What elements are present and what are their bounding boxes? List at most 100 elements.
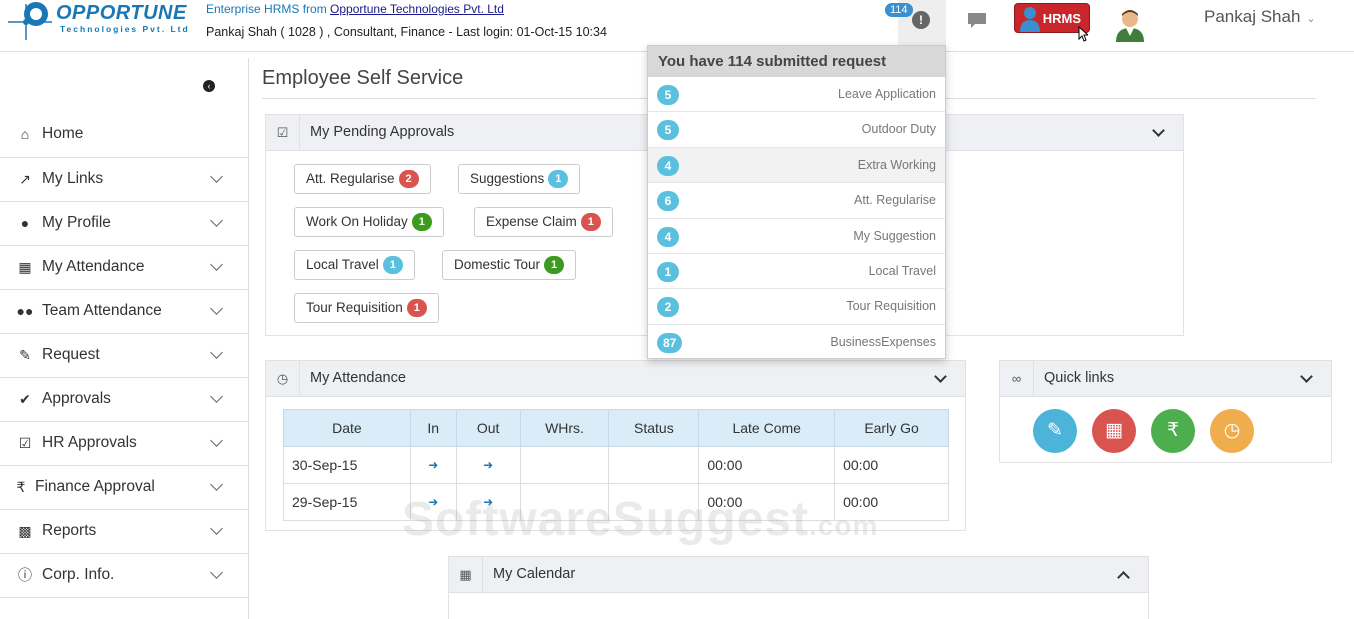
dropdown-heading: You have 114 submitted request [648, 46, 945, 77]
my-calendar-header[interactable]: ▦ My Calendar [449, 557, 1148, 593]
sidebar-item-reports[interactable]: ▩ Reports [0, 510, 249, 554]
chevron-down-icon[interactable] [934, 370, 947, 383]
sign-in-icon: ➜ [409, 446, 457, 484]
pending-chip-work-on-holiday[interactable]: Work On Holiday 1 [294, 207, 444, 237]
chat-icon[interactable] [967, 12, 987, 30]
column-header: Out [455, 409, 521, 447]
dropdown-item-my-suggestion[interactable]: 4 My Suggestion [648, 219, 945, 254]
chevron-down-icon [210, 566, 223, 579]
chevron-down-icon[interactable] [1152, 124, 1165, 137]
quick-link-edit-icon[interactable]: ✎ [1033, 409, 1077, 453]
sidebar-item-my-links[interactable]: ↗ My Links [0, 158, 249, 202]
dropdown-item-outdoor-duty[interactable]: 5 Outdoor Duty [648, 112, 945, 148]
sidebar: ‹ ⌂ Home ↗ My Links ● My Profile ▦ My At… [0, 58, 249, 619]
chevron-down-icon [210, 522, 223, 535]
chevron-down-icon[interactable] [1300, 370, 1313, 383]
count-badge: 2 [398, 170, 419, 188]
sidebar-item-label: HR Approvals [42, 434, 137, 451]
chip-label: Suggestions [470, 171, 545, 186]
table-header-row: Date In Out WHrs. Status Late Come Early… [283, 409, 949, 447]
calendar-icon: ▦ [449, 557, 483, 593]
dropdown-item-label: My Suggestion [853, 228, 936, 243]
sidebar-item-corp-info[interactable]: ⓘ Corp. Info. [0, 554, 249, 598]
sidebar-item-finance-approval[interactable]: ₹ Finance Approval [0, 466, 249, 510]
sidebar-item-home[interactable]: ⌂ Home [0, 113, 249, 157]
notification-count-badge: 114 [885, 3, 913, 17]
sidebar-item-label: Request [42, 346, 100, 363]
dropdown-item-label: Outdoor Duty [861, 122, 936, 137]
my-attendance-header[interactable]: ◷ My Attendance [266, 361, 965, 397]
quick-links-header[interactable]: ∞ Quick links [1000, 361, 1331, 397]
count-badge: 6 [657, 191, 679, 212]
quick-link-calendar-icon[interactable]: ▦ [1092, 409, 1136, 453]
rupee-icon: ₹ [16, 479, 26, 495]
count-badge: 4 [657, 226, 679, 247]
chip-label: Att. Regularise [306, 171, 395, 186]
early-go-cell: 00:00 [834, 446, 949, 484]
pending-chip-domestic-tour[interactable]: Domestic Tour 1 [442, 250, 577, 280]
pending-chip-local-travel[interactable]: Local Travel 1 [294, 250, 415, 280]
check-square-icon: ☑ [18, 435, 32, 451]
chevron-up-icon[interactable] [1117, 571, 1130, 584]
sidebar-collapse-button[interactable]: ‹ [203, 80, 215, 92]
count-badge: 1 [580, 213, 601, 231]
count-badge: 87 [657, 332, 683, 353]
dropdown-item-label: Leave Application [838, 87, 936, 101]
dropdown-item-business-expenses[interactable]: 87 BusinessExpenses [648, 325, 945, 360]
chip-label: Expense Claim [486, 214, 577, 229]
dropdown-item-label: Extra Working [857, 157, 936, 172]
column-header: WHrs. [519, 409, 610, 447]
dropdown-item-tour-requisition[interactable]: 2 Tour Requisition [648, 289, 945, 325]
quick-link-rupee-icon[interactable]: ₹ [1151, 409, 1195, 453]
pending-chip-tour-requisition[interactable]: Tour Requisition 1 [294, 293, 439, 323]
company-link[interactable]: Opportune Technologies Pvt. Ltd [330, 2, 504, 16]
avatar[interactable] [1114, 8, 1146, 42]
sidebar-item-my-profile[interactable]: ● My Profile [0, 202, 249, 246]
chevron-down-icon [210, 258, 223, 271]
tagline-prefix: Enterprise HRMS from [206, 2, 331, 16]
logo[interactable]: OPPORTUNE Technologies Pvt. Ltd [4, 0, 194, 44]
dropdown-item-extra-working[interactable]: 4 Extra Working [648, 147, 945, 184]
check-icon: ✔ [19, 391, 31, 407]
chevron-down-icon [210, 302, 223, 315]
clock-icon: ◷ [266, 361, 300, 397]
calendar-icon: ▦ [18, 259, 32, 275]
users-icon: ●● [16, 303, 34, 319]
dropdown-item-att-regularise[interactable]: 6 Att. Regularise [648, 183, 945, 219]
date-cell: 30-Sep-15 [283, 446, 411, 484]
count-badge: 1 [382, 256, 403, 274]
person-icon [1020, 7, 1040, 32]
sidebar-item-request[interactable]: ✎ Request [0, 334, 249, 378]
late-come-cell: 00:00 [698, 446, 836, 484]
pending-chip-expense-claim[interactable]: Expense Claim 1 [474, 207, 613, 237]
column-header: In [409, 409, 457, 447]
sidebar-item-approvals[interactable]: ✔ Approvals [0, 378, 249, 422]
count-badge: 2 [657, 297, 679, 318]
table-row: 30-Sep-15 ➜ ➜ 00:00 00:00 [283, 446, 949, 484]
mouse-cursor-icon [1078, 26, 1088, 42]
count-badge: 1 [657, 261, 679, 282]
chip-label: Work On Holiday [306, 214, 408, 229]
dropdown-item-leave-application[interactable]: 5 Leave Application [648, 77, 945, 113]
pending-chip-suggestions[interactable]: Suggestions 1 [458, 164, 581, 194]
user-icon: ● [20, 215, 30, 231]
sidebar-item-team-attendance[interactable]: ●● Team Attendance [0, 290, 249, 334]
dropdown-item-local-travel[interactable]: 1 Local Travel [648, 254, 945, 290]
watermark-main: SoftwareSuggest [402, 493, 810, 546]
logo-subtitle: Technologies Pvt. Ltd [60, 24, 190, 34]
alert-icon[interactable]: ! [912, 11, 930, 29]
sidebar-item-my-attendance[interactable]: ▦ My Attendance [0, 246, 249, 290]
dropdown-item-label: BusinessExpenses [830, 334, 936, 349]
count-badge: 5 [657, 85, 679, 105]
dropdown-item-label: Att. Regularise [854, 193, 936, 208]
user-menu[interactable]: Pankaj Shah ⌄ [1204, 7, 1316, 27]
sidebar-item-hr-approvals[interactable]: ☑ HR Approvals [0, 422, 249, 466]
my-calendar-title: My Calendar [493, 566, 576, 582]
username-label: Pankaj Shah [1204, 7, 1301, 26]
count-badge: 1 [544, 256, 565, 274]
quick-link-clock-icon[interactable]: ◷ [1210, 409, 1254, 453]
pending-chip-att-regularise[interactable]: Att. Regularise 2 [294, 164, 431, 194]
tagline: Enterprise HRMS from Opportune Technolog… [206, 2, 504, 16]
sidebar-item-label: Team Attendance [42, 302, 162, 319]
column-header: Date [283, 409, 411, 447]
